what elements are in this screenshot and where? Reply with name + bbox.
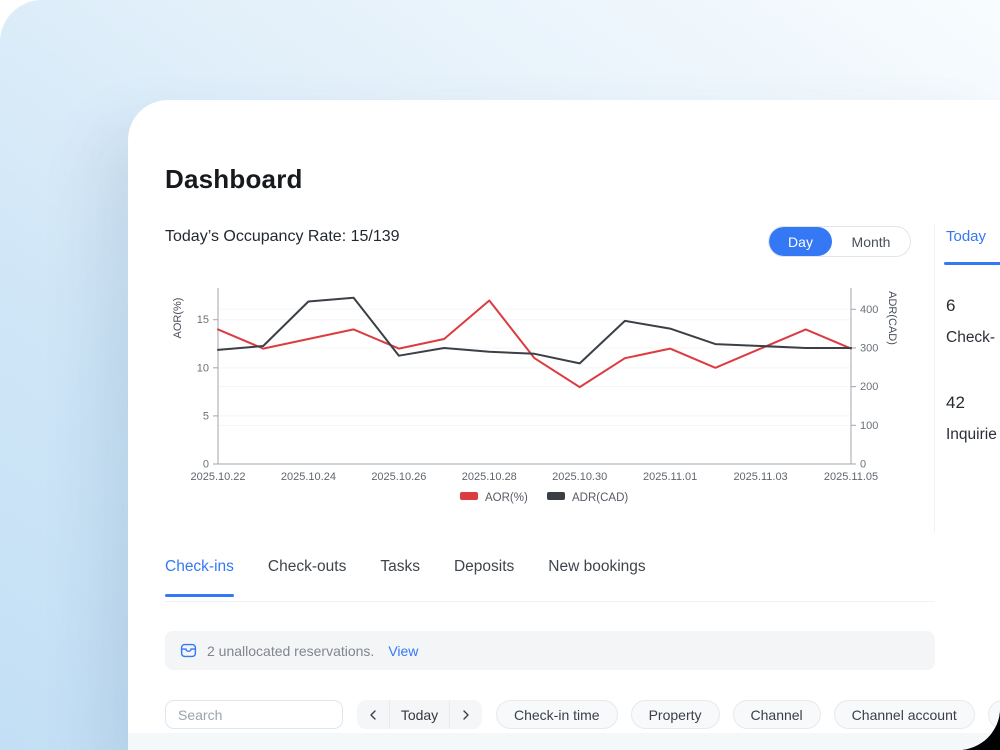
notice-text: 2 unallocated reservations. <box>207 643 374 659</box>
date-nav-today-button[interactable]: Today <box>389 700 450 729</box>
svg-text:400: 400 <box>860 304 878 316</box>
svg-text:2025.10.24: 2025.10.24 <box>281 471 336 483</box>
filter-button-clipped[interactable] <box>988 700 1000 729</box>
stat-block: 42 Inquirie <box>946 393 997 444</box>
legend-label[interactable]: AOR(%) <box>485 492 528 504</box>
svg-text:200: 200 <box>860 381 878 393</box>
stat-block: 6 Check- <box>946 296 995 347</box>
svg-text:300: 300 <box>860 342 878 354</box>
tab-new-bookings[interactable]: New bookings <box>548 558 645 596</box>
filter-row: Today Check-in time Property Channel Channe… <box>165 700 1000 729</box>
tab-check-outs[interactable]: Check-outs <box>268 558 346 596</box>
filter-button-property[interactable]: Property <box>631 700 720 729</box>
occupancy-rate-text: Today’s Occupancy Rate: 15/139 <box>165 228 400 246</box>
left-axis-label: AOR(%) <box>172 298 184 339</box>
toggle-day-button[interactable]: Day <box>769 227 832 256</box>
next-section-band <box>128 733 1000 750</box>
stat-value: 42 <box>946 393 997 413</box>
stat-label: Check- <box>946 329 995 347</box>
right-axis-label: ADR(CAD) <box>886 291 898 345</box>
svg-text:2025.10.28: 2025.10.28 <box>462 471 517 483</box>
legend-marker[interactable] <box>547 492 565 500</box>
dashboard-card: Dashboard Today’s Occupancy Rate: 15/139… <box>128 100 1000 750</box>
svg-text:15: 15 <box>197 314 209 326</box>
tab-check-ins[interactable]: Check-ins <box>165 558 234 596</box>
svg-text:0: 0 <box>203 459 209 471</box>
day-month-toggle: Day Month <box>768 226 911 257</box>
chevron-right-icon[interactable] <box>450 700 482 729</box>
adrcad-line <box>218 298 851 364</box>
right-panel-today-tab[interactable]: Today <box>946 228 986 245</box>
occupancy-chart: 0 5 10 15 0 100 200 300 400 2025.10.22 2025.10.24 2… <box>165 278 935 514</box>
filter-button-check-in-time[interactable]: Check-in time <box>496 700 618 729</box>
page-title: Dashboard <box>165 164 303 195</box>
svg-text:10: 10 <box>197 362 209 374</box>
svg-text:2025.10.26: 2025.10.26 <box>371 471 426 483</box>
svg-text:2025.11.01: 2025.11.01 <box>643 471 697 483</box>
svg-text:2025.10.22: 2025.10.22 <box>190 471 245 483</box>
legend-label[interactable]: ADR(CAD) <box>572 492 628 504</box>
filter-button-channel-account[interactable]: Channel account <box>834 700 975 729</box>
box-icon <box>180 642 197 659</box>
section-tabs: Check-ins Check-outs Tasks Deposits New book… <box>165 558 935 602</box>
date-navigator: Today <box>357 700 482 729</box>
stat-label: Inquirie <box>946 426 997 444</box>
svg-text:100: 100 <box>860 420 878 432</box>
legend-marker[interactable] <box>460 492 478 500</box>
today-tab-indicator <box>944 262 1000 265</box>
tab-tasks[interactable]: Tasks <box>380 558 420 596</box>
tab-deposits[interactable]: Deposits <box>454 558 514 596</box>
filter-button-channel[interactable]: Channel <box>733 700 821 729</box>
view-link[interactable]: View <box>388 643 418 659</box>
toggle-month-button[interactable]: Month <box>832 227 910 256</box>
svg-text:2025.11.05: 2025.11.05 <box>824 471 878 483</box>
svg-text:0: 0 <box>860 459 866 471</box>
aor-line <box>218 301 851 388</box>
notice-bar: 2 unallocated reservations. View <box>165 631 935 670</box>
svg-text:5: 5 <box>203 410 209 422</box>
search-input[interactable] <box>165 700 343 729</box>
svg-text:2025.11.03: 2025.11.03 <box>733 471 787 483</box>
svg-text:2025.10.30: 2025.10.30 <box>552 471 607 483</box>
chevron-left-icon[interactable] <box>357 700 389 729</box>
stat-value: 6 <box>946 296 995 316</box>
